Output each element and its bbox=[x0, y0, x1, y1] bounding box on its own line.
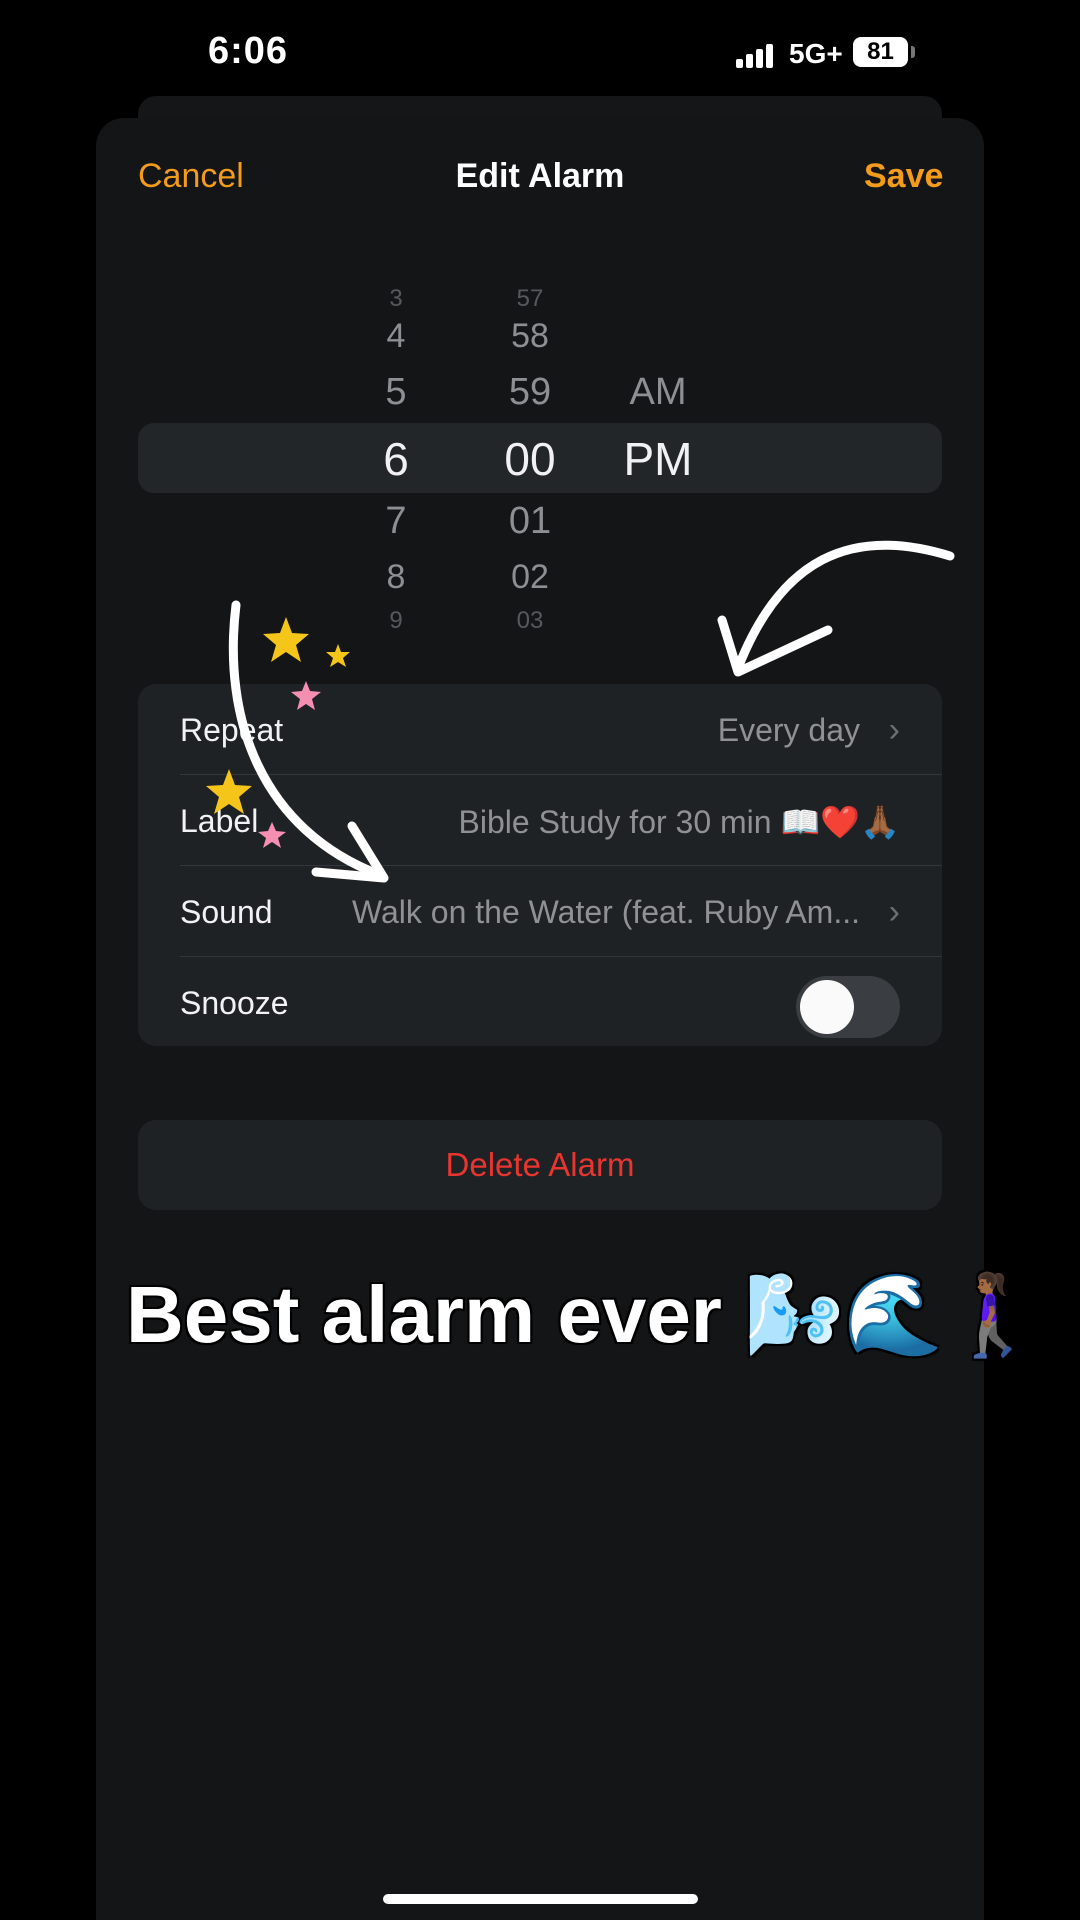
curved-arrow-right bbox=[733, 540, 955, 673]
star-icon bbox=[326, 644, 350, 667]
annotation-overlay bbox=[206, 540, 955, 883]
star-icon bbox=[206, 769, 252, 814]
star-icon bbox=[258, 822, 286, 848]
star-icon bbox=[263, 617, 309, 662]
star-icon bbox=[291, 681, 321, 710]
home-indicator[interactable] bbox=[383, 1894, 698, 1904]
curved-arrow-right-head bbox=[717, 615, 833, 677]
